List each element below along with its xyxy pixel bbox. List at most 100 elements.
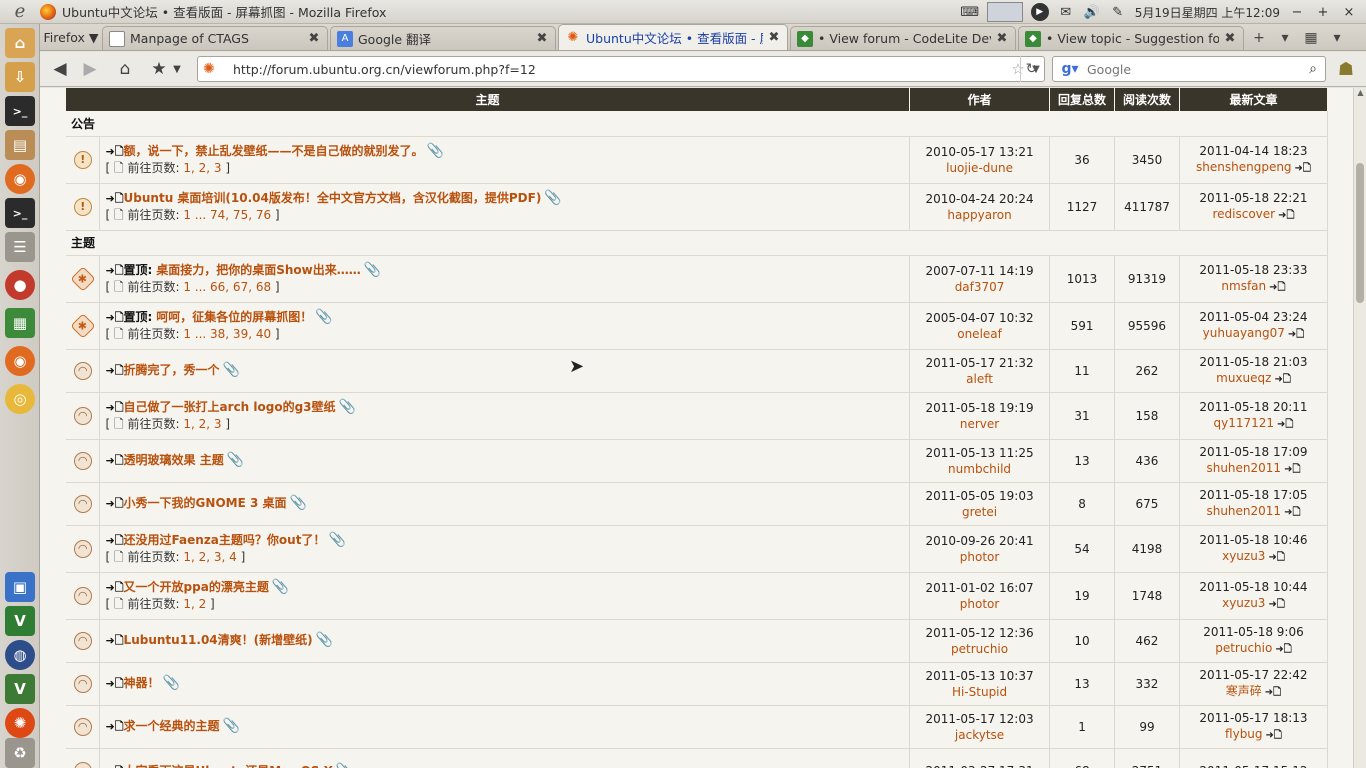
- tab-google-translate[interactable]: A Google 翻译 ✖: [330, 26, 556, 50]
- archive-icon[interactable]: ▤: [5, 130, 35, 160]
- close-icon[interactable]: ×: [1340, 3, 1358, 21]
- last-poster-link[interactable]: 寒声碎: [1226, 684, 1262, 698]
- addon-icon[interactable]: ☗: [1332, 56, 1360, 82]
- minimize-icon[interactable]: −: [1288, 3, 1306, 21]
- last-poster-link[interactable]: petruchio: [1215, 641, 1272, 655]
- vim-icon[interactable]: V: [5, 606, 35, 636]
- new-post-arrow-icon[interactable]: ➜🗋: [105, 145, 123, 158]
- network-icon[interactable]: ✉: [1057, 3, 1075, 21]
- trash-icon[interactable]: ♻: [5, 738, 35, 768]
- new-tab-button[interactable]: +: [1246, 26, 1272, 50]
- scrollbar-thumb[interactable]: [1356, 163, 1364, 303]
- ubuntu-icon[interactable]: ✺: [5, 708, 35, 738]
- last-poster-link[interactable]: yuhuayang07: [1203, 326, 1285, 340]
- author-link[interactable]: photor: [960, 550, 1000, 564]
- topic-title-link[interactable]: 透明玻璃效果 主题: [124, 453, 224, 467]
- last-poster-link[interactable]: qy117121: [1214, 416, 1275, 430]
- goto-last-post-icon[interactable]: ➜🗋: [1284, 507, 1300, 518]
- topic-title-link[interactable]: 又一个开放ppa的漂亮主题: [124, 580, 269, 594]
- goto-last-post-icon[interactable]: ➜🗋: [1288, 329, 1304, 340]
- google-icon[interactable]: g▾: [1053, 61, 1087, 77]
- goto-last-post-icon[interactable]: ➜🗋: [1275, 644, 1291, 655]
- author-link[interactable]: Hi-Stupid: [952, 685, 1007, 699]
- keyboard-icon[interactable]: ⌨: [960, 3, 979, 21]
- author-link[interactable]: oneleaf: [957, 327, 1002, 341]
- topic-title-link[interactable]: 桌面接力，把你的桌面Show出来……: [156, 263, 361, 277]
- author-link[interactable]: luojie-dune: [946, 161, 1013, 175]
- globe-icon[interactable]: ◍: [5, 640, 35, 670]
- goto-last-post-icon[interactable]: ➜🗋: [1274, 374, 1290, 385]
- page-numbers[interactable]: 1, 2, 3: [183, 417, 221, 431]
- new-post-arrow-icon[interactable]: ➜🗋: [105, 720, 123, 733]
- author-link[interactable]: daf3707: [955, 280, 1005, 294]
- ubuntu-logo-icon[interactable]: ℯ: [0, 0, 40, 24]
- author-link[interactable]: nerver: [960, 417, 999, 431]
- new-post-arrow-icon[interactable]: ➜🗋: [105, 534, 123, 547]
- topic-title-link[interactable]: 折腾完了，秀一个: [124, 363, 220, 377]
- page-numbers[interactable]: 1, 2: [183, 597, 206, 611]
- tab-close-icon[interactable]: ✖: [307, 31, 321, 46]
- bookmarks-dropdown-icon[interactable]: ▼: [170, 56, 184, 82]
- topic-title-link[interactable]: 还没用过Faenza主题吗？你out了！: [124, 533, 326, 547]
- new-post-arrow-icon[interactable]: ➜🗋: [105, 192, 123, 205]
- goto-last-post-icon[interactable]: ➜🗋: [1265, 687, 1281, 698]
- topic-title-link[interactable]: Ubuntu 桌面培训(10.04版发布！全中文官方文档，含汉化截图，提供PDF…: [124, 191, 542, 205]
- topic-title-link[interactable]: 小秀一下我的GNOME 3 桌面: [124, 496, 287, 510]
- tab-ctags[interactable]: Manpage of CTAGS ✖: [102, 26, 328, 50]
- page-numbers[interactable]: 1, 2, 3: [183, 161, 221, 175]
- package-icon[interactable]: ▣: [5, 572, 35, 602]
- new-post-arrow-icon[interactable]: ➜🗋: [105, 497, 123, 510]
- terminal-icon[interactable]: >_: [5, 96, 35, 126]
- tab-groups-icon[interactable]: ▦: [1298, 26, 1324, 50]
- last-poster-link[interactable]: xyuzu3: [1222, 596, 1265, 610]
- new-post-arrow-icon[interactable]: ➜🗋: [105, 581, 123, 594]
- author-link[interactable]: jackytse: [955, 728, 1004, 742]
- goto-last-post-icon[interactable]: ➜🗋: [1269, 282, 1285, 293]
- firefox-launcher-icon[interactable]: ◉: [5, 164, 35, 194]
- tab-suggestion[interactable]: ◆ • View topic - Suggestion for $(... ✖: [1018, 26, 1244, 50]
- maximize-icon[interactable]: +: [1314, 3, 1332, 21]
- author-link[interactable]: petruchio: [951, 642, 1008, 656]
- page-numbers[interactable]: 1, 2, 3, 4: [183, 550, 236, 564]
- home-icon[interactable]: ⌂: [112, 56, 138, 82]
- goto-last-post-icon[interactable]: ➜🗋: [1284, 464, 1300, 475]
- back-icon[interactable]: ◀: [48, 56, 72, 82]
- last-poster-link[interactable]: shuhen2011: [1206, 461, 1281, 475]
- search-icon[interactable]: ⌕: [1301, 61, 1325, 77]
- tab-close-icon[interactable]: ✖: [1223, 31, 1237, 46]
- firefox-window-icon[interactable]: ◉: [5, 346, 35, 376]
- media-play-icon[interactable]: ▶: [1030, 3, 1049, 21]
- search-bar[interactable]: g▾ ⌕: [1052, 56, 1326, 82]
- tab-close-icon[interactable]: ✖: [767, 30, 781, 45]
- forward-icon[interactable]: ▶: [78, 56, 102, 82]
- firefox-menu-button[interactable]: Firefox ▼: [40, 24, 102, 50]
- last-poster-link[interactable]: muxueqz: [1216, 371, 1271, 385]
- reload-icon[interactable]: ↻: [1020, 56, 1042, 82]
- url-bar[interactable]: ✺ ☆ ▼: [197, 56, 1045, 82]
- goto-last-post-icon[interactable]: ➜🗋: [1268, 599, 1284, 610]
- terminal-launcher-icon[interactable]: >_: [5, 198, 35, 228]
- pen-icon[interactable]: ✎: [1109, 3, 1127, 21]
- author-link[interactable]: gretei: [962, 505, 997, 519]
- page-scrollbar[interactable]: ▲: [1353, 88, 1366, 768]
- url-input[interactable]: [233, 61, 1008, 77]
- last-poster-link[interactable]: shenshengpeng: [1196, 160, 1292, 174]
- site-identity-icon[interactable]: ✺: [203, 60, 225, 78]
- new-post-arrow-icon[interactable]: ➜🗋: [105, 677, 123, 690]
- topic-title-link[interactable]: 神器！: [124, 676, 160, 690]
- last-poster-link[interactable]: nmsfan: [1221, 279, 1266, 293]
- new-post-arrow-icon[interactable]: ➜🗋: [105, 364, 123, 377]
- last-poster-link[interactable]: flybug: [1225, 727, 1263, 741]
- goto-last-post-icon[interactable]: ➜🗋: [1277, 419, 1293, 430]
- gvim-icon[interactable]: V: [5, 674, 35, 704]
- goto-last-post-icon[interactable]: ➜🗋: [1268, 552, 1284, 563]
- author-link[interactable]: numbchild: [948, 462, 1011, 476]
- bookmarks-icon[interactable]: ★: [148, 56, 170, 82]
- new-post-arrow-icon[interactable]: ➜🗋: [105, 765, 123, 768]
- chrome-icon[interactable]: ◎: [5, 384, 35, 414]
- files-icon[interactable]: ☰: [5, 232, 35, 262]
- tab-list-icon[interactable]: ▾: [1272, 26, 1298, 50]
- media-player-icon[interactable]: ●: [5, 270, 35, 300]
- new-post-arrow-icon[interactable]: ➜🗋: [105, 454, 123, 467]
- home-folder-icon[interactable]: ⌂: [5, 28, 35, 58]
